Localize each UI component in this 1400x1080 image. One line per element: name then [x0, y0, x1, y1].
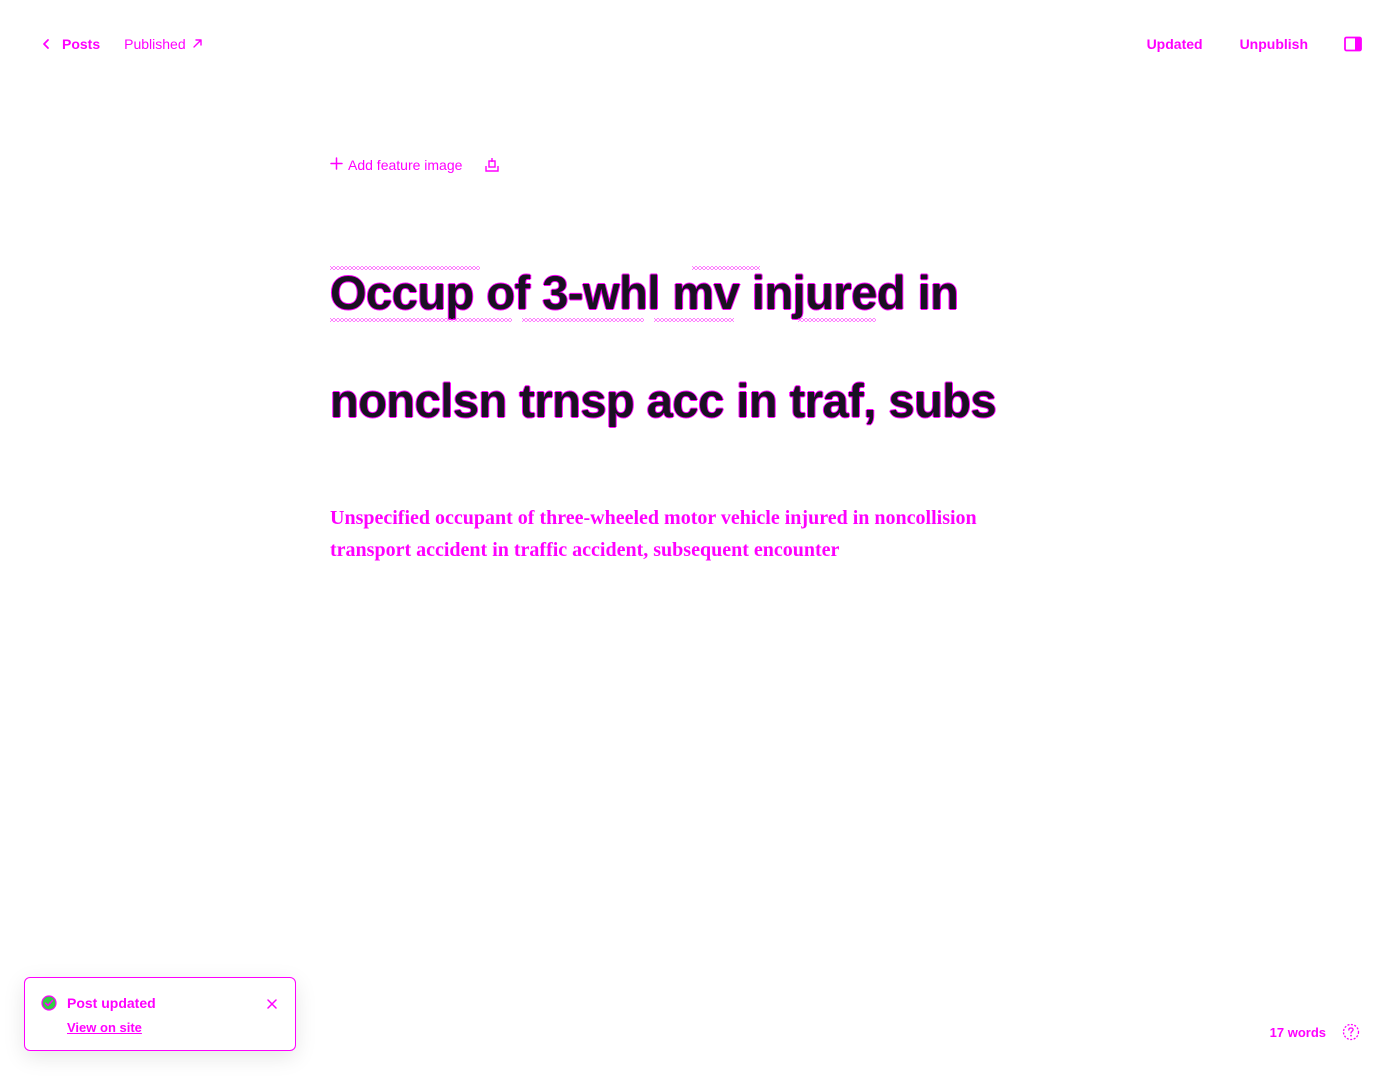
post-editor: Add feature image Occup of 3-whl mv inju… — [330, 150, 1050, 566]
spellcheck-underline — [330, 266, 480, 270]
chevron-left-icon — [40, 38, 52, 50]
status-label: Published — [124, 36, 186, 52]
spellcheck-underline — [798, 318, 876, 322]
sidebar-panel-icon[interactable] — [1344, 36, 1362, 52]
arrow-up-right-icon — [192, 36, 203, 52]
plus-icon — [330, 157, 343, 173]
spellcheck-underline — [330, 318, 512, 322]
post-title-line-2: nonclsn trnsp acc in traf, subs — [330, 374, 997, 427]
spellcheck-underline — [522, 318, 644, 322]
word-count-area: 17 words — [1270, 1023, 1360, 1041]
check-circle-icon — [41, 995, 57, 1016]
header-right: Updated Unpublish — [1147, 36, 1362, 52]
view-on-site-link[interactable]: View on site — [67, 1020, 142, 1035]
published-status-link[interactable]: Published — [124, 36, 203, 52]
question-circle-icon[interactable] — [1342, 1023, 1360, 1041]
post-title-line-1: Occup of 3-whl mv injured in — [330, 266, 959, 319]
image-upload-icon[interactable] — [484, 157, 500, 173]
updated-button[interactable]: Updated — [1147, 36, 1203, 52]
spellcheck-underline — [654, 318, 734, 322]
post-updated-toast: Post updated View on site — [24, 977, 296, 1051]
post-editor-page: Posts Published Updated Unpublish Add fe… — [0, 0, 1400, 1080]
unpublish-button[interactable]: Unpublish — [1240, 36, 1308, 52]
back-to-posts-link[interactable]: Posts — [40, 36, 100, 52]
feature-image-row: Add feature image — [330, 150, 1050, 180]
post-title[interactable]: Occup of 3-whl mv injured in nonclsn trn… — [330, 212, 1050, 482]
post-excerpt[interactable]: Unspecified occupant of three-wheeled mo… — [330, 502, 1030, 566]
header-left: Posts Published — [40, 36, 203, 52]
add-feature-image-label: Add feature image — [348, 157, 463, 173]
word-count: 17 words — [1269, 1024, 1326, 1040]
back-label: Posts — [62, 36, 101, 52]
close-icon[interactable] — [267, 996, 277, 1014]
add-feature-image-button[interactable]: Add feature image — [330, 157, 462, 173]
toast-title: Post updated — [67, 995, 156, 1011]
spellcheck-underline — [692, 266, 760, 270]
editor-header: Posts Published Updated Unpublish — [0, 0, 1400, 94]
